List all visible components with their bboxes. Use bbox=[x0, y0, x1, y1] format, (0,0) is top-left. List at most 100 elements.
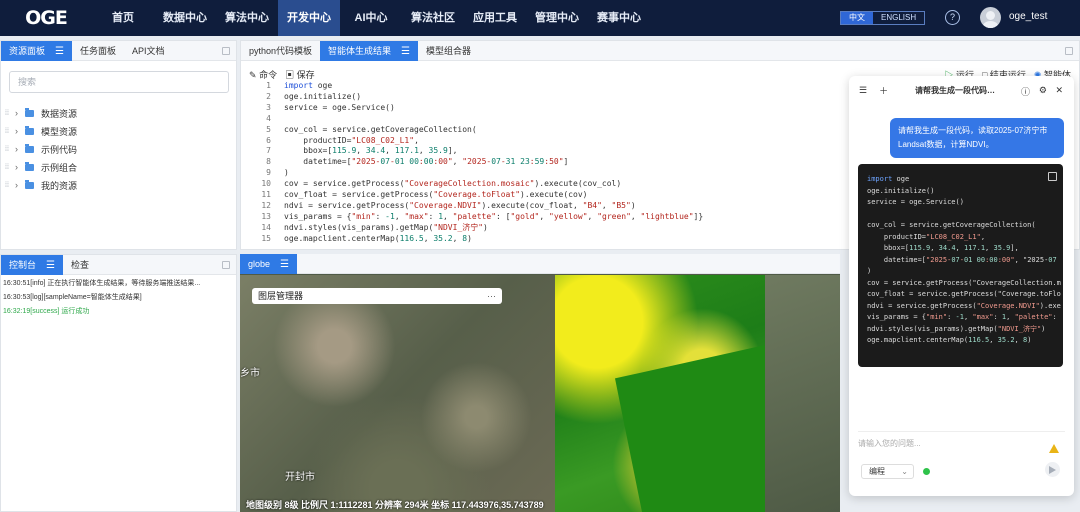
code-line[interactable]: 5 cov_col = service.getCoverageCollection… bbox=[249, 125, 703, 136]
nav-algorithm-community[interactable]: 算法社区 bbox=[402, 0, 464, 36]
code-line: import oge bbox=[867, 175, 910, 183]
help-icon[interactable]: ⓘ bbox=[1021, 85, 1030, 98]
tree-item-data[interactable]: ⁞⁞ › 数据资源 bbox=[5, 104, 77, 122]
drag-handle-icon[interactable]: ⁞⁞ bbox=[5, 164, 15, 171]
username[interactable]: oge_test bbox=[1009, 11, 1047, 22]
log-line: 16:30:51[info] 正在执行智能体生成结果，等待服务端推送结果... bbox=[3, 280, 201, 287]
tab-resources[interactable]: 资源面板 ☰ bbox=[1, 40, 72, 62]
code-line[interactable]: 13 vis_params = {"min": -1, "max": 1, "pa… bbox=[249, 212, 703, 223]
map-city-label: 乡市 bbox=[240, 368, 260, 379]
code-line[interactable]: 7 bbox=[115.9, 34.4, 117.1, 35.9], bbox=[249, 146, 703, 157]
tree-item-my-resources[interactable]: ⁞⁞ › 我的资源 bbox=[5, 176, 77, 194]
code-line[interactable]: 12 ndvi = service.getProcess("Coverage.ND… bbox=[249, 201, 703, 212]
tab-tasks[interactable]: 任务面板 bbox=[72, 41, 124, 61]
maximize-icon[interactable] bbox=[1065, 47, 1073, 55]
code-line[interactable]: 1 import oge bbox=[249, 81, 703, 92]
tree-item-example-combos[interactable]: ⁞⁞ › 示例组合 bbox=[5, 158, 77, 176]
code-line[interactable]: 4 bbox=[249, 114, 703, 125]
nav-algorithm-center[interactable]: 算法中心 bbox=[216, 0, 278, 36]
tab-api-docs[interactable]: API文档 bbox=[124, 41, 173, 61]
warning-icon bbox=[1049, 444, 1059, 453]
close-icon[interactable]: ✕ bbox=[1055, 85, 1063, 96]
chat-input-area[interactable]: 请输入您的问题... 编程 ⌄ bbox=[858, 431, 1065, 489]
maximize-icon[interactable] bbox=[222, 47, 230, 55]
ndvi-layer[interactable] bbox=[555, 275, 765, 512]
tab-model-combiner[interactable]: 模型组合器 bbox=[418, 41, 479, 61]
code-line[interactable]: 15 oge.mapclient.centerMap(116.5, 35.2, 8… bbox=[249, 234, 703, 245]
menu-icon[interactable]: ☰ bbox=[46, 256, 55, 276]
command-button[interactable]: ✎ 命令 bbox=[249, 68, 277, 81]
code-line[interactable]: 8 datetime=["2025-07-01 00:00:00", "2025… bbox=[249, 157, 703, 168]
lang-zh-button[interactable]: 中文 bbox=[841, 12, 873, 24]
layer-manager[interactable]: 图层管理器 ··· bbox=[252, 288, 502, 304]
more-icon[interactable]: ··· bbox=[487, 288, 496, 304]
chevron-right-icon[interactable]: › bbox=[15, 126, 25, 136]
menu-icon[interactable]: ☰ bbox=[401, 42, 410, 62]
code-line: ndvi = service.getProcess("Coverage.NDVI… bbox=[867, 301, 1061, 310]
help-icon[interactable]: ? bbox=[945, 10, 960, 25]
code-line[interactable]: 14 ndvi.styles(vis_params).getMap("NDVI_济… bbox=[249, 223, 703, 234]
code-line[interactable]: 9) bbox=[249, 168, 703, 179]
chevron-right-icon[interactable]: › bbox=[15, 108, 25, 118]
editor-toolbar: ✎ 命令 ▣ 保存 bbox=[249, 68, 315, 81]
code-line: service = oge.Service() bbox=[867, 198, 964, 206]
map-city-label: 开封市 bbox=[285, 472, 315, 483]
chevron-right-icon[interactable]: › bbox=[15, 144, 25, 154]
menu-icon[interactable]: ☰ bbox=[55, 42, 64, 62]
status-dot bbox=[923, 468, 930, 475]
copy-icon[interactable] bbox=[1048, 172, 1057, 181]
drag-handle-icon[interactable]: ⁞⁞ bbox=[5, 128, 15, 135]
generated-code-block[interactable]: import oge oge.initialize() service = oge.… bbox=[858, 164, 1063, 367]
nav-app-tools[interactable]: 应用工具 bbox=[464, 0, 526, 36]
log-line-success: 16:32:19[success] 运行成功 bbox=[3, 308, 90, 315]
tab-agent-result[interactable]: 智能体生成结果 ☰ bbox=[320, 40, 419, 62]
drag-handle-icon[interactable]: ⁞⁞ bbox=[5, 146, 15, 153]
code-line[interactable]: 11 cov_float = service.getProcess("Covera… bbox=[249, 190, 703, 201]
menu-icon[interactable]: ☰ bbox=[280, 255, 289, 275]
lang-en-button[interactable]: ENGLISH bbox=[873, 12, 924, 24]
tree-item-models[interactable]: ⁞⁞ › 模型资源 bbox=[5, 122, 77, 140]
mode-select[interactable]: 编程 ⌄ bbox=[861, 464, 914, 479]
plus-icon[interactable]: ＋ bbox=[879, 84, 888, 97]
chat-input[interactable]: 请输入您的问题... bbox=[858, 439, 921, 448]
user-message: 请帮我生成一段代码，读取2025-07济宁市Landsat数据，计算NDVI。 bbox=[890, 118, 1064, 158]
command-icon: ✎ bbox=[249, 70, 257, 80]
send-button[interactable] bbox=[1045, 462, 1060, 477]
folder-icon bbox=[25, 125, 34, 135]
code-line[interactable]: 3 service = oge.Service() bbox=[249, 103, 703, 114]
code-line: cov_float = service.getProcess("Coverage… bbox=[867, 290, 1061, 298]
avatar[interactable] bbox=[980, 7, 1001, 28]
gear-icon[interactable]: ⚙ bbox=[1039, 85, 1047, 96]
nav-competition-center[interactable]: 赛事中心 bbox=[588, 0, 650, 36]
map-status-bar: 地图级别 8级 比例尺 1:1112281 分辨率 294米 坐标 117.44… bbox=[246, 500, 544, 510]
chevron-right-icon[interactable]: › bbox=[15, 162, 25, 172]
nav-ai-center[interactable]: AI中心 bbox=[340, 0, 402, 36]
folder-icon bbox=[25, 179, 34, 189]
menu-icon[interactable]: ☰ bbox=[859, 85, 867, 96]
tab-globe[interactable]: globe ☰ bbox=[240, 254, 297, 274]
drag-handle-icon[interactable]: ⁞⁞ bbox=[5, 182, 15, 189]
chevron-right-icon[interactable]: › bbox=[15, 180, 25, 190]
resource-tree: ⁞⁞ › 数据资源 ⁞⁞ › 模型资源 ⁞⁞ › 示例代码 ⁞⁞ › 示例组合 ⁞⁞ › 我的资源 bbox=[5, 104, 77, 194]
save-button[interactable]: ▣ 保存 bbox=[285, 68, 315, 81]
code-line[interactable]: 10 cov = service.getProcess("CoverageColl… bbox=[249, 179, 703, 190]
folder-icon bbox=[25, 107, 34, 117]
code-line[interactable]: 6 productID="LC08_C02_L1", bbox=[249, 136, 703, 147]
tab-inspect[interactable]: 检查 bbox=[63, 255, 97, 275]
code-line[interactable]: 2 oge.initialize() bbox=[249, 92, 703, 103]
oge-logo[interactable]: OGE bbox=[0, 7, 92, 29]
search-input[interactable]: 搜索 bbox=[9, 71, 229, 93]
nav-admin-center[interactable]: 管理中心 bbox=[526, 0, 588, 36]
satellite-map-right[interactable] bbox=[765, 275, 840, 512]
code-line: vis_params = {"min": -1, "max": 1, "pale… bbox=[867, 313, 1057, 321]
tab-console[interactable]: 控制台 ☰ bbox=[1, 254, 63, 276]
tree-item-examples[interactable]: ⁞⁞ › 示例代码 bbox=[5, 140, 77, 158]
maximize-icon[interactable] bbox=[222, 261, 230, 269]
tab-python-template[interactable]: python代码模板 bbox=[241, 41, 320, 61]
drag-handle-icon[interactable]: ⁞⁞ bbox=[5, 110, 15, 117]
nav-dev-center[interactable]: 开发中心 bbox=[278, 0, 340, 36]
nav-data-center[interactable]: 数据中心 bbox=[154, 0, 216, 36]
code-editor[interactable]: 1 import oge 2 oge.initialize() 3 service = o… bbox=[249, 81, 703, 245]
nav-home[interactable]: 首页 bbox=[92, 0, 154, 36]
code-line: oge.mapclient.centerMap(116.5, 35.2, 8) bbox=[867, 336, 1032, 344]
